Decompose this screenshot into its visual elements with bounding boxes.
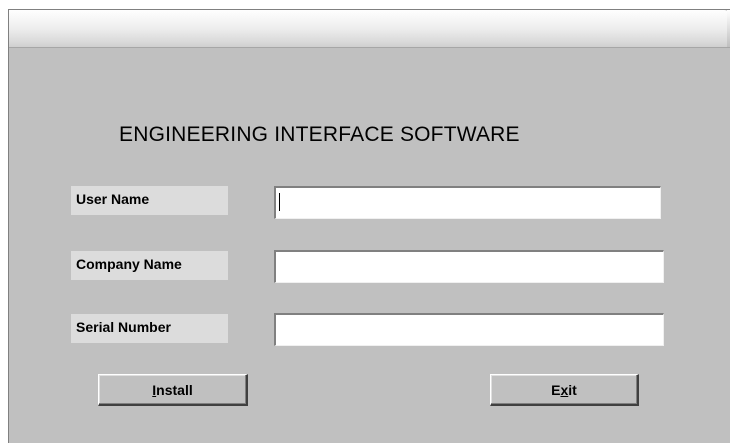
title-bar-edge	[727, 10, 730, 47]
installer-window: ENGINEERING INTERFACE SOFTWARE User Name…	[8, 9, 730, 443]
serial-number-input[interactable]	[274, 313, 664, 346]
install-button[interactable]: Install	[98, 374, 248, 406]
exit-label-post: it	[568, 381, 577, 398]
install-label-rest: nstall	[156, 381, 193, 398]
user-name-input[interactable]	[274, 186, 661, 219]
user-name-label: User Name	[71, 186, 228, 215]
company-name-label: Company Name	[71, 251, 228, 280]
exit-button[interactable]: Exit	[490, 374, 639, 406]
company-name-input[interactable]	[274, 250, 664, 283]
app-title: ENGINEERING INTERFACE SOFTWARE	[119, 123, 520, 146]
text-cursor	[279, 193, 280, 211]
title-bar[interactable]	[9, 10, 730, 48]
serial-number-label: Serial Number	[71, 314, 228, 343]
